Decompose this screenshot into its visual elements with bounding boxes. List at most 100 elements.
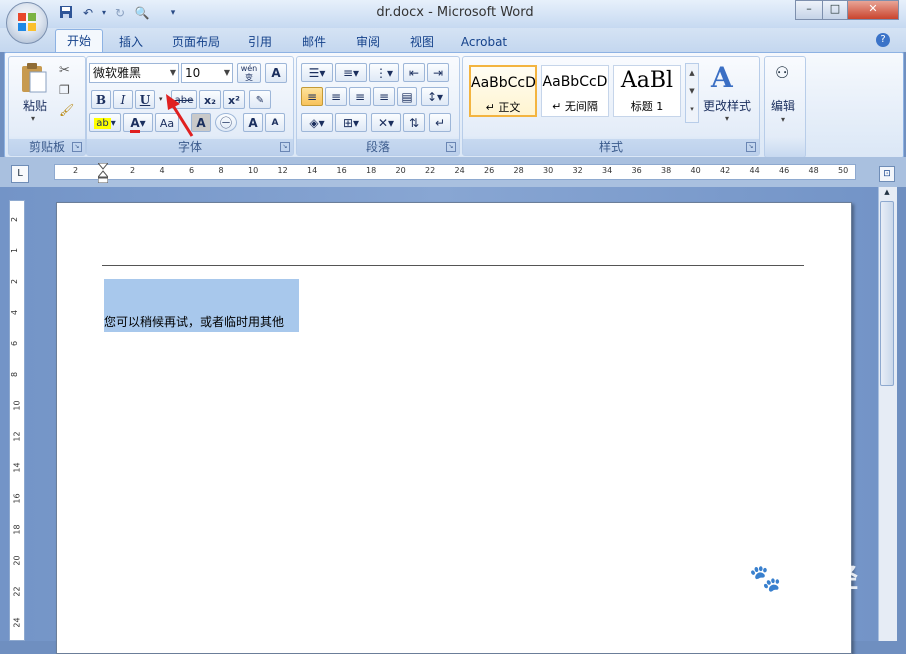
style-normal[interactable]: AaBbCcD ↵ 正文 bbox=[469, 65, 537, 117]
clipboard-launcher-icon[interactable]: ↘ bbox=[72, 142, 82, 152]
font-launcher-icon[interactable]: ↘ bbox=[280, 142, 290, 152]
vertical-ruler[interactable]: 2 1 2 4 6 8 10 12 14 16 18 20 22 24 bbox=[9, 200, 25, 641]
ruler-tick-label: 30 bbox=[543, 166, 554, 175]
vertical-ruler-tick-label: 20 bbox=[12, 555, 22, 566]
editing-group[interactable]: ⚇ 编辑 ▾ bbox=[764, 56, 806, 158]
chinese-layout-icon[interactable]: ✕▾ bbox=[371, 113, 401, 132]
styles-launcher-icon[interactable]: ↘ bbox=[746, 142, 756, 152]
close-button[interactable]: ✕ bbox=[847, 0, 899, 20]
undo-icon[interactable]: ↶ bbox=[80, 5, 96, 21]
help-icon[interactable]: ? bbox=[876, 33, 890, 47]
ruler-tick-label: 4 bbox=[159, 166, 165, 175]
font-color-button[interactable]: A▾ bbox=[123, 113, 153, 133]
copy-icon[interactable]: ❐ bbox=[59, 83, 70, 97]
character-border-button[interactable]: A bbox=[265, 63, 287, 83]
horizontal-ruler[interactable]: 2 2 4 6 8 10 12 14 16 18 20 22 24 26 28 30 32 34 36 38 40 42 4… bbox=[54, 164, 856, 180]
watermark-url: jingyan.baidu.com bbox=[702, 596, 822, 611]
indent-marker-icon[interactable] bbox=[96, 162, 110, 184]
styles-scroll-icon[interactable]: ▲ ▼ ▾ bbox=[685, 63, 699, 123]
editing-dropdown-icon[interactable]: ▾ bbox=[781, 115, 785, 124]
document-paragraph[interactable]: 您可以稍候再试，或者临时用其他 bbox=[104, 313, 284, 330]
numbering-icon[interactable]: ≡▾ bbox=[335, 63, 367, 82]
ruler-tick-label: 32 bbox=[572, 166, 583, 175]
print-preview-icon[interactable]: 🔍 bbox=[134, 5, 150, 21]
vertical-ruler-tick-label: 14 bbox=[12, 462, 22, 473]
tab-insert[interactable]: 插入 bbox=[112, 32, 150, 52]
subscript-button[interactable]: x₂ bbox=[199, 90, 221, 109]
shrink-font-button[interactable]: A bbox=[265, 113, 285, 132]
ruler-tick-label: 38 bbox=[661, 166, 672, 175]
tab-view[interactable]: 视图 bbox=[403, 32, 441, 52]
increase-indent-icon[interactable]: ⇥ bbox=[427, 63, 449, 82]
window-title: dr.docx - Microsoft Word bbox=[376, 5, 534, 20]
decrease-indent-icon[interactable]: ⇤ bbox=[403, 63, 425, 82]
vertical-ruler-tick-label: 10 bbox=[12, 400, 22, 411]
style-sample: AaBl bbox=[620, 68, 674, 93]
paste-icon[interactable] bbox=[19, 62, 49, 96]
style-heading-1[interactable]: AaBl 标题 1 bbox=[613, 65, 681, 117]
customize-qat-icon[interactable]: ▾ bbox=[165, 5, 181, 21]
borders-icon[interactable]: ⊞▾ bbox=[335, 113, 367, 132]
scroll-up-icon[interactable]: ▲ bbox=[880, 188, 894, 200]
office-button[interactable] bbox=[6, 2, 48, 44]
change-styles-icon[interactable]: A bbox=[711, 61, 733, 94]
bold-button[interactable]: B bbox=[91, 90, 111, 109]
chevron-down-icon: ▼ bbox=[223, 68, 230, 77]
show-marks-icon[interactable]: ↵ bbox=[429, 113, 451, 132]
style-no-spacing[interactable]: AaBbCcD ↵ 无间隔 bbox=[541, 65, 609, 117]
scrollbar-thumb[interactable] bbox=[880, 201, 894, 386]
tab-mailings[interactable]: 邮件 bbox=[295, 32, 333, 52]
style-name: 标题 1 bbox=[630, 100, 664, 113]
shading-icon[interactable]: ◈▾ bbox=[301, 113, 333, 132]
undo-dropdown-icon[interactable]: ▾ bbox=[96, 5, 112, 21]
vertical-ruler-tick-label: 2 bbox=[10, 216, 20, 223]
tab-page-layout[interactable]: 页面布局 bbox=[166, 32, 226, 52]
italic-button[interactable]: I bbox=[113, 90, 133, 109]
binoculars-icon: ⚇ bbox=[775, 63, 790, 82]
font-size-combo[interactable]: 10 ▼ bbox=[181, 63, 233, 83]
minimize-button[interactable]: – bbox=[795, 0, 823, 20]
paragraph-group: ☰▾ ≡▾ ⋮▾ ⇤ ⇥ ≡ ≡ ≡ ≡ ▤ ↕▾ ◈▾ ⊞▾ ✕▾ ⇅ ↵ 段… bbox=[296, 56, 460, 156]
vertical-ruler-tick-label: 6 bbox=[10, 340, 20, 347]
paste-dropdown-icon[interactable]: ▾ bbox=[31, 114, 35, 123]
save-icon[interactable] bbox=[58, 5, 74, 21]
tab-home[interactable]: 开始 bbox=[55, 29, 103, 54]
sort-icon[interactable]: ⇅ bbox=[403, 113, 425, 132]
paragraph-launcher-icon[interactable]: ↘ bbox=[446, 142, 456, 152]
phonetic-guide-button[interactable]: wén 变 bbox=[237, 63, 261, 83]
grow-font-button[interactable]: A bbox=[243, 113, 263, 132]
cut-icon[interactable]: ✂ bbox=[59, 63, 70, 78]
line-spacing-icon[interactable]: ↕▾ bbox=[421, 87, 449, 106]
distributed-icon[interactable]: ▤ bbox=[397, 87, 417, 106]
tab-selector-button[interactable]: L bbox=[11, 165, 29, 183]
paste-button[interactable]: 粘贴 bbox=[19, 97, 51, 114]
tab-acrobat[interactable]: Acrobat bbox=[455, 32, 513, 52]
ruler-tick-label: 42 bbox=[720, 166, 731, 175]
align-right-icon[interactable]: ≡ bbox=[349, 87, 371, 106]
chevron-down-icon: ▼ bbox=[169, 68, 176, 77]
ruler-tick-label: 16 bbox=[336, 166, 347, 175]
redo-icon[interactable]: ↻ bbox=[112, 5, 128, 21]
format-painter-icon[interactable]: 🖌 bbox=[59, 103, 74, 117]
enclose-characters-icon[interactable]: ㊀ bbox=[215, 113, 237, 132]
editing-button[interactable]: 编辑 bbox=[771, 97, 795, 114]
styles-group-label: 样式 bbox=[463, 139, 759, 155]
clear-formatting-icon[interactable]: ✎ bbox=[249, 90, 271, 109]
view-ruler-icon[interactable]: ⊡ bbox=[879, 166, 895, 182]
tab-review[interactable]: 审阅 bbox=[349, 32, 387, 52]
justify-icon[interactable]: ≡ bbox=[373, 87, 395, 106]
align-left-icon[interactable]: ≡ bbox=[301, 87, 323, 106]
highlight-color-button[interactable]: ab ▾ bbox=[89, 113, 121, 132]
underline-button[interactable]: U bbox=[135, 90, 155, 109]
change-styles-dropdown-icon[interactable]: ▾ bbox=[725, 114, 729, 123]
maximize-button[interactable]: □ bbox=[822, 0, 848, 20]
multilevel-list-icon[interactable]: ⋮▾ bbox=[369, 63, 399, 82]
tab-references[interactable]: 引用 bbox=[241, 32, 279, 52]
change-styles-button[interactable]: 更改样式 bbox=[703, 97, 751, 114]
superscript-button[interactable]: x² bbox=[223, 90, 245, 109]
baidu-watermark: Bai🐾du 经验 jingyan.baidu.com bbox=[700, 548, 870, 631]
align-center-icon[interactable]: ≡ bbox=[325, 87, 347, 106]
vertical-ruler-tick-label: 1 bbox=[10, 247, 20, 254]
font-name-combo[interactable]: 微软雅黑 ▼ bbox=[89, 63, 179, 83]
bullets-icon[interactable]: ☰▾ bbox=[301, 63, 333, 82]
